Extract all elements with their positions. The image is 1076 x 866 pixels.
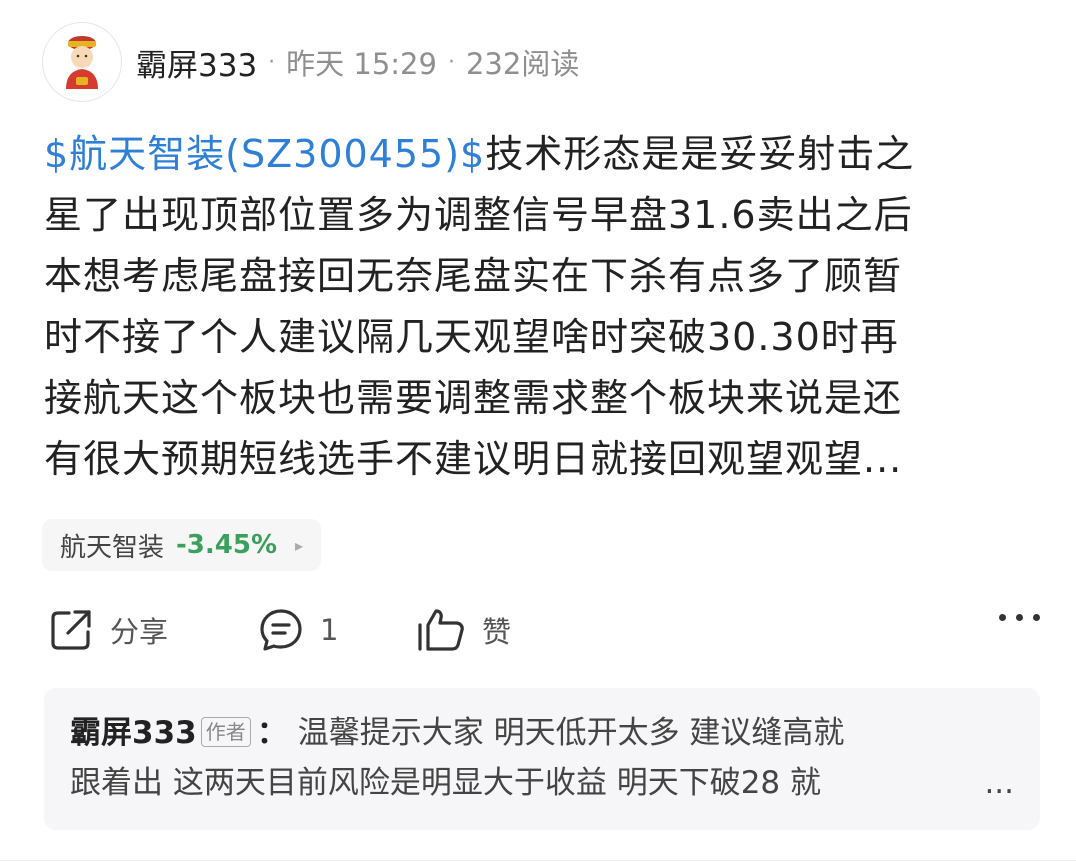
- chevron-right-icon: ▸: [295, 535, 304, 555]
- share-button[interactable]: 分享: [48, 600, 168, 660]
- comment-text: 跟着出 这两天目前风险是明显大于收益 明天下破28 就: [70, 765, 822, 801]
- read-count: 232阅读: [465, 47, 580, 81]
- post-meta: 霸屏333 · 昨天 15:29 · 232阅读: [136, 40, 579, 85]
- post-time: 昨天 15:29: [286, 47, 437, 81]
- more-dot: [999, 614, 1006, 621]
- comment-text: 温馨提示大家 明天低开太多 建议缝高就: [297, 715, 845, 751]
- post-line: $航天智装(SZ300455)$技术形态是是妥妥射击之: [44, 124, 1034, 185]
- comment-preview[interactable]: 霸屏333 作者：温馨提示大家 明天低开太多 建议缝高就 跟着出 这两天目前风险是…: [44, 688, 1040, 830]
- post-line: 接航天这个板块也需要调整需求整个板块来说是还: [44, 376, 903, 420]
- username[interactable]: 霸屏333: [136, 40, 257, 85]
- divider: [0, 860, 1076, 861]
- stock-chip-change: -3.45%: [176, 530, 278, 560]
- meta-separator: ·: [268, 49, 276, 75]
- more-dot: [1033, 614, 1040, 621]
- post-line: 星了出现顶部位置多为调整信号早盘31.6卖出之后: [44, 193, 913, 237]
- post-line: 本想考虑尾盘接回无奈尾盘实在下杀有点多了顾暂: [44, 254, 903, 298]
- post-line: 有很大预期短线选手不建议明日就接回观望观望...: [44, 437, 903, 481]
- like-button[interactable]: 赞: [416, 600, 511, 660]
- post-text: 技术形态是是妥妥射击之: [485, 132, 915, 176]
- action-bar: 分享 1 赞: [44, 600, 1040, 660]
- avatar[interactable]: [42, 22, 122, 102]
- comment-ellipsis[interactable]: ...: [984, 758, 1014, 808]
- comment-button[interactable]: 1: [258, 600, 338, 660]
- comment-count: 1: [320, 613, 339, 647]
- post-body[interactable]: $航天智装(SZ300455)$技术形态是是妥妥射击之 星了出现顶部位置多为调整…: [44, 124, 1034, 490]
- comment-author[interactable]: 霸屏333: [70, 715, 197, 751]
- stock-link[interactable]: $航天智装(SZ300455)$: [44, 132, 485, 176]
- thumbs-up-icon: [418, 609, 464, 651]
- stock-chip[interactable]: 航天智装 -3.45% ▸: [42, 519, 322, 571]
- like-label: 赞: [482, 615, 512, 649]
- comment-colon: ：: [256, 715, 288, 751]
- share-icon: [51, 610, 91, 650]
- comment-line: 霸屏333 作者：温馨提示大家 明天低开太多 建议缝高就: [70, 708, 1014, 758]
- stock-chip-name: 航天智装: [60, 532, 165, 563]
- more-icon[interactable]: [999, 614, 1040, 621]
- post-header: 霸屏333 · 昨天 15:29 · 232阅读: [42, 22, 579, 102]
- comment-line: 跟着出 这两天目前风险是明显大于收益 明天下破28 就 ...: [70, 758, 1014, 808]
- fortune-god-avatar-icon: [66, 36, 98, 89]
- meta-separator: ·: [447, 49, 455, 75]
- comment-icon: [260, 609, 302, 651]
- post-line: 时不接了个人建议隔几天观望啥时突破30.30时再: [44, 315, 899, 359]
- share-label: 分享: [110, 615, 169, 649]
- more-dot: [1016, 614, 1023, 621]
- author-tag-badge: 作者: [200, 717, 251, 747]
